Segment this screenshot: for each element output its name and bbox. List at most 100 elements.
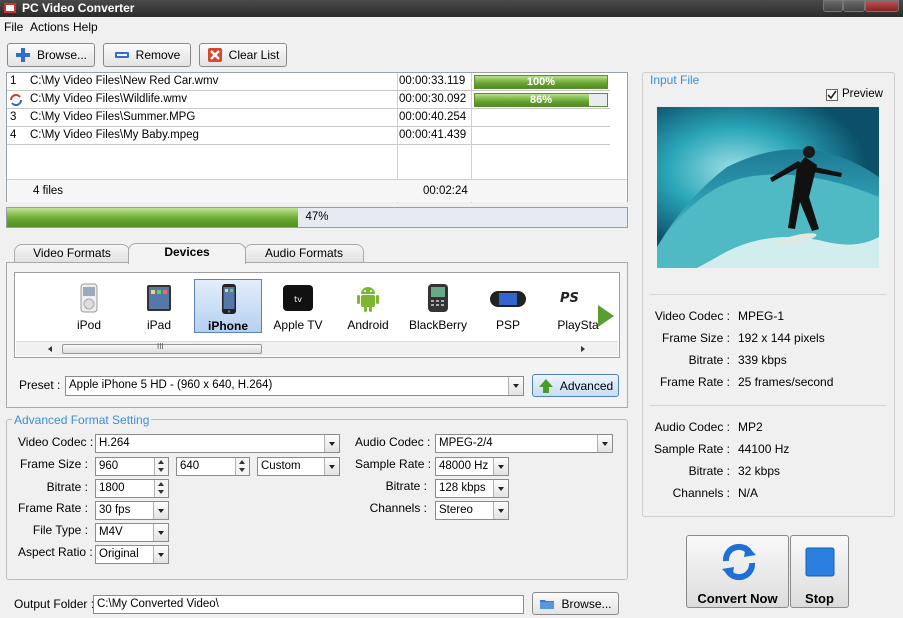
file-progress-label: 100%	[526, 76, 556, 88]
stepper-arrows-icon[interactable]	[235, 458, 249, 475]
clear-list-button[interactable]: Clear List	[199, 43, 287, 67]
chevron-down-icon[interactable]	[153, 502, 168, 519]
file-path: C:\My Video Files\New Red Car.wmv	[30, 75, 219, 87]
frame-rate-label: Frame Rate :	[18, 501, 89, 515]
overall-progress-bar: 47%	[6, 207, 628, 228]
scroll-right-button[interactable]	[581, 346, 585, 352]
chevron-down-icon[interactable]	[493, 458, 508, 475]
device-label: iPad	[146, 318, 172, 332]
device-list: iPod iPad iPhone tv Apple TV Android Bla…	[14, 272, 620, 358]
file-row[interactable]: 4 C:\My Video Files\My Baby.mpeg 00:00:4…	[7, 127, 610, 145]
info-channels-value: N/A	[738, 486, 759, 500]
audio-codec-select[interactable]: MPEG-2/4	[435, 434, 613, 453]
frame-rate-value: 30 fps	[99, 504, 131, 516]
info-audio-codec-value: MP2	[738, 420, 763, 434]
aspect-ratio-select[interactable]: Original	[95, 545, 169, 564]
info-frame-size-value: 192 x 144 pixels	[738, 331, 825, 345]
file-progress-bar: 86%	[474, 93, 608, 107]
chevron-down-icon[interactable]	[324, 458, 339, 475]
maximize-button[interactable]	[843, 0, 865, 12]
device-iphone[interactable]: iPhone	[194, 279, 262, 333]
chevron-down-icon[interactable]	[597, 435, 612, 452]
channels-value: Stereo	[439, 504, 473, 516]
device-psp[interactable]: PSP	[474, 279, 542, 333]
chevron-down-icon[interactable]	[153, 546, 168, 563]
output-browse-button[interactable]: Browse...	[532, 592, 619, 615]
aspect-ratio-value: Original	[99, 548, 139, 560]
frame-rate-select[interactable]: 30 fps	[95, 501, 169, 520]
stepper-arrows-icon[interactable]	[154, 480, 168, 497]
tab-audio-formats[interactable]: Audio Formats	[244, 244, 364, 263]
chevron-down-icon[interactable]	[324, 435, 339, 452]
remove-button[interactable]: Remove	[103, 43, 191, 67]
sample-rate-value: 48000 Hz	[439, 460, 489, 472]
device-label: BlackBerry	[408, 318, 467, 332]
channels-select[interactable]: Stereo	[435, 501, 509, 520]
stepper-arrows-icon[interactable]	[154, 458, 168, 475]
chevron-down-icon[interactable]	[493, 480, 508, 497]
input-file-title: Input File	[648, 73, 702, 87]
menu-help[interactable]: Help	[73, 20, 98, 34]
preset-select[interactable]: Apple iPhone 5 HD - (960 x 640, H.264)	[65, 376, 524, 396]
size-mode-select[interactable]: Custom	[257, 457, 340, 476]
device-ipod[interactable]: iPod	[55, 279, 123, 333]
file-index: 3	[10, 111, 17, 123]
scrollbar-thumb[interactable]: III	[62, 342, 262, 354]
menu-actions[interactable]: Actions	[30, 20, 69, 34]
android-icon	[357, 287, 379, 312]
file-progress-bar: 100%	[474, 75, 608, 89]
device-scrollbar[interactable]: III	[16, 341, 618, 356]
total-duration: 00:02:24	[423, 185, 468, 197]
info-frame-size-label: Frame Size :	[661, 331, 730, 345]
tab-devices[interactable]: Devices	[128, 243, 246, 264]
device-android[interactable]: Android	[334, 279, 402, 333]
scroll-right-arrow[interactable]	[598, 305, 614, 327]
chevron-down-icon[interactable]	[493, 502, 508, 519]
device-blackberry[interactable]: BlackBerry	[404, 279, 472, 333]
close-window-button[interactable]	[865, 0, 899, 12]
bitrate-value: 1800	[99, 482, 125, 494]
preset-value: Apple iPhone 5 HD - (960 x 640, H.264)	[69, 379, 273, 391]
file-duration: 00:00:33.119	[399, 75, 466, 87]
height-stepper[interactable]: 640	[176, 457, 250, 476]
video-preview-image	[657, 107, 879, 268]
file-row[interactable]: 1 C:\My Video Files\New Red Car.wmv 00:0…	[7, 73, 610, 91]
video-codec-select[interactable]: H.264	[95, 434, 340, 453]
device-label: iPod	[76, 318, 102, 332]
video-codec-label: Video Codec :	[18, 435, 94, 449]
output-folder-input[interactable]: C:\My Converted Video\	[93, 595, 524, 614]
bitrate-stepper[interactable]: 1800	[95, 479, 169, 498]
convert-now-button[interactable]: Convert Now	[686, 535, 789, 608]
chevron-down-icon[interactable]	[153, 524, 168, 541]
file-path: C:\My Video Files\My Baby.mpeg	[30, 129, 199, 141]
output-folder-value: C:\My Converted Video\	[97, 598, 219, 610]
advanced-button[interactable]: Advanced	[532, 374, 619, 397]
menu-file[interactable]: File	[4, 20, 23, 34]
preview-checkbox[interactable]	[826, 89, 838, 101]
file-row[interactable]: C:\My Video Files\Wildlife.wmv 00:00:30.…	[7, 91, 610, 109]
clear-list-label: Clear List	[228, 48, 280, 62]
file-type-select[interactable]: M4V	[95, 523, 169, 542]
scroll-left-button[interactable]	[48, 346, 52, 352]
converting-icon	[10, 94, 22, 106]
audio-bitrate-select[interactable]: 128 kbps	[435, 479, 509, 498]
chevron-down-icon[interactable]	[508, 377, 523, 395]
device-label: PSP	[495, 318, 520, 332]
info-sample-rate-value: 44100 Hz	[738, 442, 790, 456]
stop-button[interactable]: Stop	[790, 535, 849, 608]
tab-video-formats[interactable]: Video Formats	[14, 244, 130, 263]
file-list[interactable]: 1 C:\My Video Files\New Red Car.wmv 00:0…	[6, 72, 628, 203]
file-row[interactable]: 3 C:\My Video Files\Summer.MPG 00:00:40.…	[7, 109, 610, 127]
device-ipad[interactable]: iPad	[125, 279, 193, 333]
menu-bar: File Actions Help	[0, 17, 903, 36]
audio-bitrate-label: Bitrate :	[385, 479, 427, 493]
minimize-button[interactable]	[823, 0, 843, 12]
device-apple-tv[interactable]: tv Apple TV	[264, 279, 332, 333]
width-stepper[interactable]: 960	[95, 457, 169, 476]
audio-bitrate-value: 128 kbps	[439, 482, 486, 494]
divider	[650, 405, 886, 406]
add-icon	[15, 48, 30, 62]
browse-button[interactable]: Browse...	[7, 43, 95, 67]
convert-refresh-icon	[722, 543, 756, 581]
sample-rate-select[interactable]: 48000 Hz	[435, 457, 509, 476]
